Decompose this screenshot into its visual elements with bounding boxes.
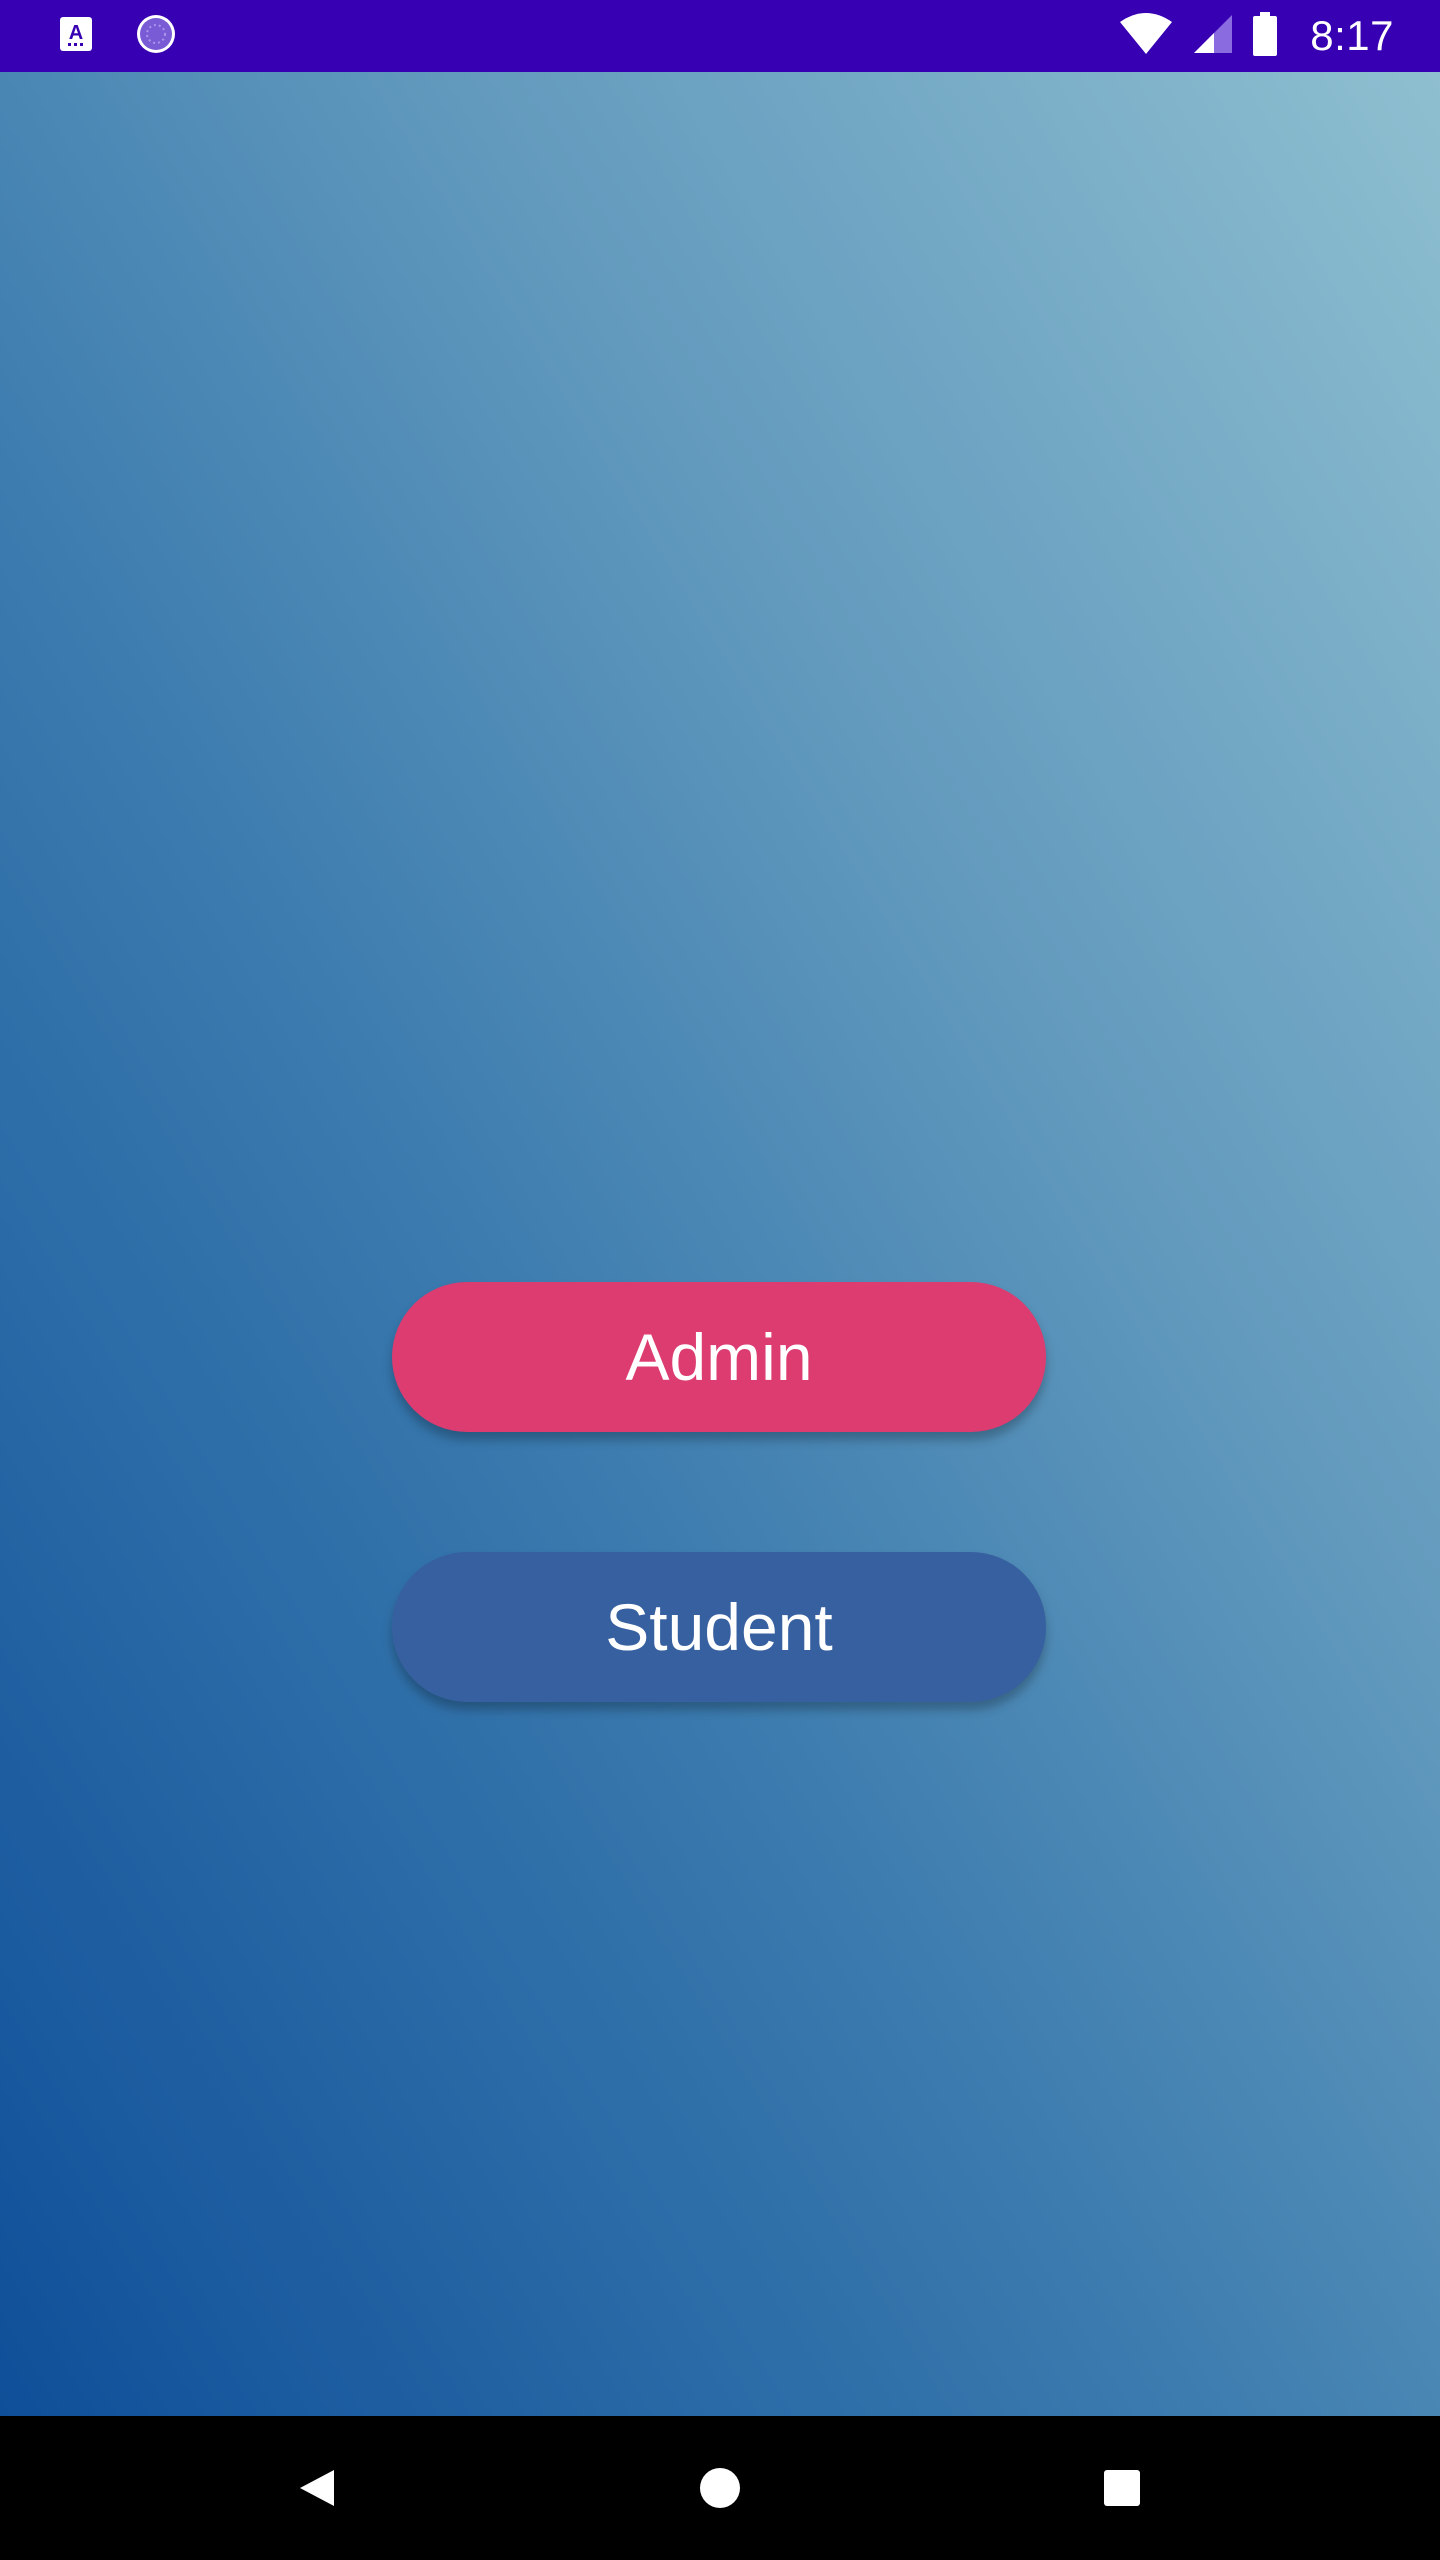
cellular-signal-icon <box>1192 13 1234 60</box>
navigation-bar <box>0 2416 1440 2560</box>
student-button[interactable]: Student <box>392 1552 1046 1702</box>
admin-button[interactable]: Admin <box>392 1282 1046 1432</box>
back-icon[interactable] <box>236 2416 396 2560</box>
status-left-icons: A <box>58 14 178 58</box>
wifi-icon <box>1118 12 1174 61</box>
home-icon[interactable] <box>640 2416 800 2560</box>
status-right-icons: 8:17 <box>1118 0 1394 72</box>
battery-icon <box>1252 11 1278 61</box>
recents-icon[interactable] <box>1042 2416 1202 2560</box>
app-a-icon: A <box>58 15 94 58</box>
main-content: Admin Student <box>0 72 1440 2416</box>
app-screen: A 8:17 Admin Student <box>0 0 1440 2560</box>
loading-spinner-icon <box>134 12 178 61</box>
status-time: 8:17 <box>1310 12 1394 59</box>
svg-text:A: A <box>69 22 83 44</box>
status-bar: A 8:17 <box>0 0 1440 72</box>
